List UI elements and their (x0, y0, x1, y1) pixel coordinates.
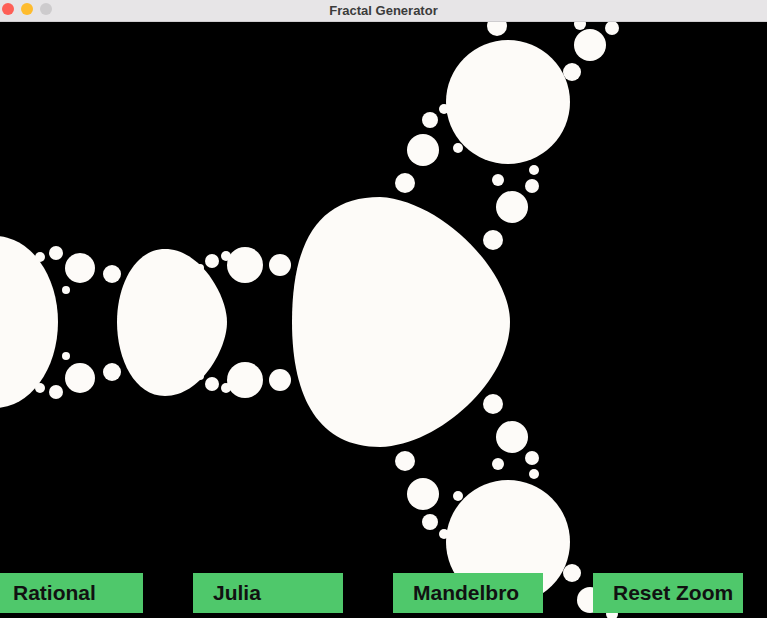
minimize-icon[interactable] (21, 3, 33, 15)
close-icon[interactable] (2, 3, 14, 15)
button-bar: Rational Julia Mandelbro Reset Zoom (0, 573, 743, 613)
zoom-icon[interactable] (40, 3, 52, 15)
fractal-canvas[interactable]: Rational Julia Mandelbro Reset Zoom (0, 22, 767, 618)
fractal-button[interactable]: Mandelbro (393, 573, 543, 613)
title-bar: Fractal Generator (0, 0, 767, 22)
app-window: Fractal GeneratorRationalJuliaMandelbroR… (0, 0, 767, 618)
window-controls (2, 3, 52, 15)
fractal-image (0, 22, 767, 618)
fractal-button[interactable]: Reset Zoom (593, 573, 743, 613)
fractal-button[interactable]: Rational (0, 573, 143, 613)
window-title: Fractal Generator (329, 3, 437, 18)
fractal-button[interactable]: Julia (193, 573, 343, 613)
